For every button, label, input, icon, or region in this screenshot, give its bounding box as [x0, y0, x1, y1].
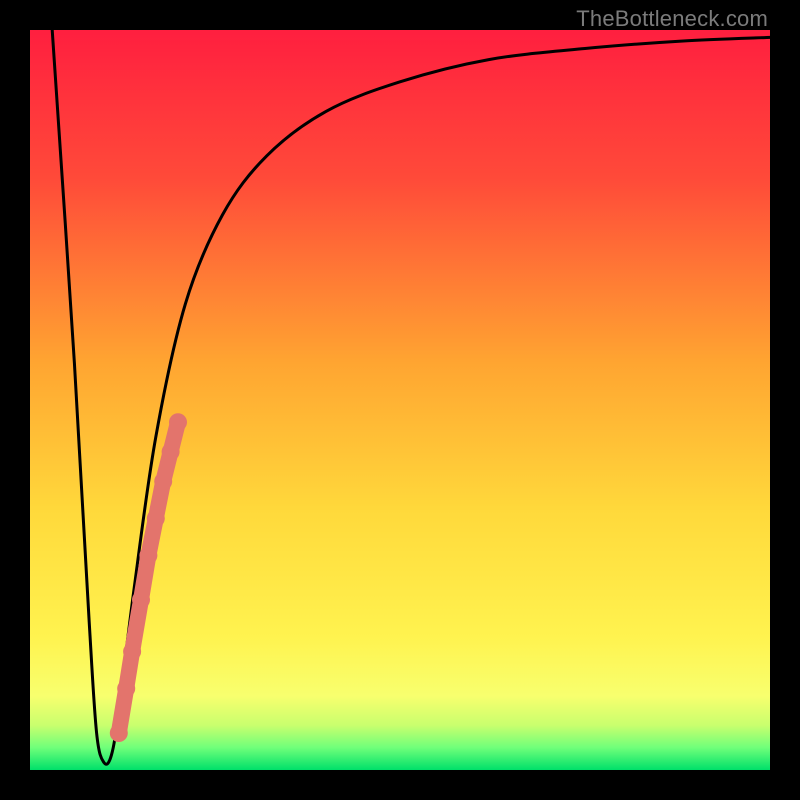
highlight-point [123, 643, 141, 661]
curve-layer [30, 30, 770, 770]
highlight-point [139, 546, 157, 564]
highlight-point [147, 509, 165, 527]
watermark-text: TheBottleneck.com [576, 6, 768, 32]
highlight-point [117, 680, 135, 698]
plot-area [30, 30, 770, 770]
highlight-point [132, 591, 150, 609]
highlight-point [169, 413, 187, 431]
highlight-point [110, 724, 128, 742]
highlight-point [154, 472, 172, 490]
bottleneck-curve [52, 30, 770, 764]
highlight-point [162, 443, 180, 461]
chart-frame: TheBottleneck.com [0, 0, 800, 800]
highlight-points [110, 413, 187, 742]
